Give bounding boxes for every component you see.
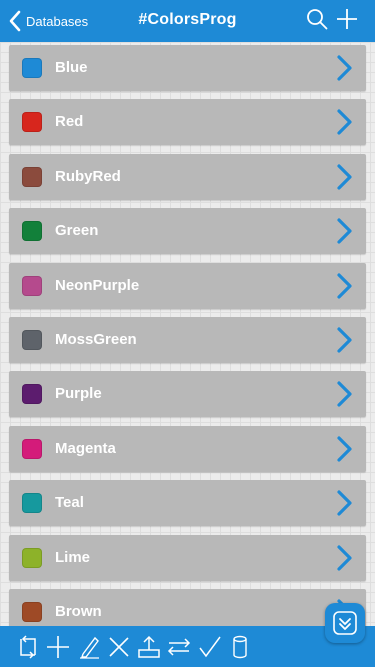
color-swatch bbox=[22, 330, 42, 350]
chevron-right-icon[interactable] bbox=[336, 218, 354, 244]
chevron-right-icon[interactable] bbox=[336, 381, 354, 407]
navigation-bar: Databases #ColorsProg bbox=[0, 0, 375, 42]
chevron-right-icon[interactable] bbox=[336, 109, 354, 135]
chevron-right-icon[interactable] bbox=[336, 272, 354, 299]
database-icon bbox=[233, 635, 247, 659]
refresh-button[interactable] bbox=[16, 635, 40, 659]
chevron-right-icon[interactable] bbox=[336, 55, 354, 81]
color-swatch bbox=[22, 112, 42, 133]
color-swatch bbox=[22, 384, 42, 405]
color-swatch bbox=[22, 166, 42, 187]
list-item[interactable]: Teal bbox=[9, 480, 366, 527]
chevron-right-icon[interactable] bbox=[336, 164, 354, 190]
list-item[interactable]: Green bbox=[9, 208, 366, 255]
edit-button[interactable] bbox=[77, 635, 101, 659]
list-item-label: MossGreen bbox=[55, 331, 137, 348]
chevron-right-icon[interactable] bbox=[336, 327, 354, 353]
search-icon[interactable] bbox=[306, 8, 328, 30]
list-item-label: Brown bbox=[55, 603, 102, 620]
list-item[interactable]: RubyRed bbox=[9, 153, 366, 200]
confirm-button[interactable] bbox=[198, 635, 222, 659]
color-swatch bbox=[22, 547, 42, 568]
reorder-button[interactable] bbox=[167, 635, 191, 659]
pencil-icon bbox=[80, 636, 99, 659]
list-item[interactable]: Magenta bbox=[9, 425, 366, 472]
collapse-icon bbox=[333, 611, 357, 635]
list-item-label: Red bbox=[55, 113, 84, 131]
list-item-label: Green bbox=[55, 222, 99, 240]
delete-icon bbox=[109, 637, 129, 657]
plus-icon bbox=[47, 636, 69, 658]
list-item-label: Lime bbox=[55, 548, 91, 566]
chevron-right-icon[interactable] bbox=[336, 544, 354, 571]
database-button[interactable] bbox=[228, 635, 252, 659]
list-item-label: Magenta bbox=[55, 439, 116, 457]
color-swatch bbox=[22, 438, 42, 459]
list-item[interactable]: MossGreen bbox=[9, 317, 366, 363]
refresh-icon bbox=[20, 635, 36, 659]
share-icon bbox=[138, 635, 160, 658]
list-item[interactable]: NeonPurple bbox=[9, 262, 366, 309]
list-item-label: Teal bbox=[55, 494, 84, 512]
add-button[interactable] bbox=[335, 7, 359, 31]
color-swatch bbox=[22, 493, 42, 514]
list-item[interactable]: Blue bbox=[9, 45, 366, 91]
list-item-label: Purple bbox=[55, 385, 102, 403]
list-item-label: RubyRed bbox=[55, 167, 121, 185]
share-button[interactable] bbox=[137, 635, 161, 659]
color-swatch bbox=[22, 58, 42, 78]
color-swatch bbox=[22, 602, 42, 622]
color-swatch bbox=[22, 275, 42, 296]
list-item-label: NeonPurple bbox=[55, 276, 140, 294]
list-item[interactable]: Red bbox=[9, 99, 366, 146]
list-item-label: Blue bbox=[55, 59, 88, 76]
color-swatch bbox=[22, 221, 42, 242]
checkmark-icon bbox=[199, 636, 221, 658]
chevron-right-icon[interactable] bbox=[336, 436, 354, 462]
collapse-button[interactable] bbox=[325, 603, 365, 643]
list-item[interactable]: Purple bbox=[9, 371, 366, 418]
reorder-icon bbox=[167, 638, 191, 656]
delete-button[interactable] bbox=[107, 635, 131, 659]
list-item[interactable]: Brown bbox=[9, 589, 366, 626]
chevron-right-icon[interactable] bbox=[336, 490, 354, 516]
bottom-toolbar bbox=[0, 626, 375, 667]
list-background: Blue Red RubyRed Green NeonPurple MossGreen Pu… bbox=[0, 42, 375, 626]
add-row-button[interactable] bbox=[46, 635, 70, 659]
list-item[interactable]: Lime bbox=[9, 534, 366, 581]
